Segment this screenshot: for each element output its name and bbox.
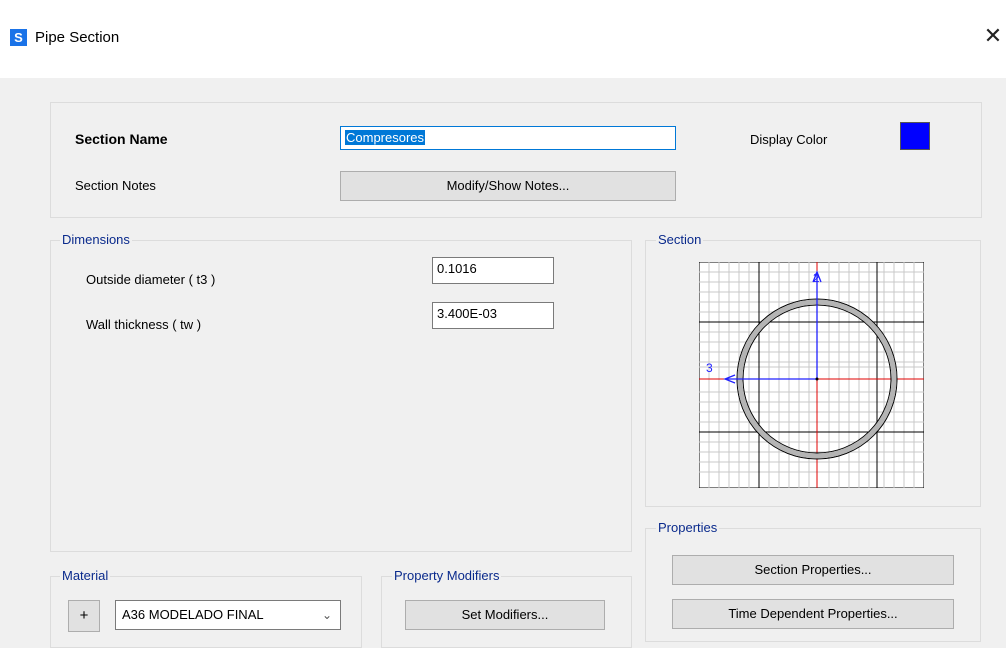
title-bar: S Pipe Section ✕ xyxy=(0,0,1006,78)
material-legend: Material xyxy=(60,568,111,583)
properties-legend: Properties xyxy=(656,520,720,535)
section-name-label: Section Name xyxy=(75,131,168,147)
set-modifiers-button[interactable]: Set Modifiers... xyxy=(405,600,605,630)
wall-thickness-input[interactable]: 3.400E-03 xyxy=(432,302,554,329)
time-dependent-properties-button[interactable]: Time Dependent Properties... xyxy=(672,599,954,629)
display-color-swatch[interactable] xyxy=(900,122,930,150)
axis-2-label: 2 xyxy=(813,271,820,285)
wall-thickness-label: Wall thickness ( tw ) xyxy=(86,317,202,332)
property-modifiers-legend: Property Modifiers xyxy=(392,568,502,583)
chevron-down-icon: ⌄ xyxy=(321,608,332,622)
pipe-section-drawing: 2 3 xyxy=(699,262,924,488)
window-title: Pipe Section xyxy=(35,29,120,46)
app-icon: S xyxy=(10,29,27,46)
close-icon[interactable]: ✕ xyxy=(980,22,1006,50)
section-notes-label: Section Notes xyxy=(75,178,156,193)
section-name-value: Compresores xyxy=(345,130,426,145)
section-name-input[interactable]: Compresores xyxy=(340,126,676,150)
outside-diameter-label: Outside diameter ( t3 ) xyxy=(86,272,216,287)
section-properties-button[interactable]: Section Properties... xyxy=(672,555,954,585)
section-preview-legend: Section xyxy=(656,232,704,247)
display-color-label: Display Color xyxy=(750,132,828,147)
pipe-section-dialog: S Pipe Section ✕ Section Name Compresore… xyxy=(0,0,1006,648)
add-material-button[interactable]: + xyxy=(68,600,100,632)
outside-diameter-input[interactable]: 0.1016 xyxy=(432,257,554,284)
dimensions-legend: Dimensions xyxy=(60,232,132,247)
modify-show-notes-button[interactable]: Modify/Show Notes... xyxy=(340,171,676,201)
material-selected-value: A36 MODELADO FINAL xyxy=(122,607,264,622)
material-select[interactable]: A36 MODELADO FINAL ⌄ xyxy=(115,600,341,630)
axis-3-label: 3 xyxy=(706,361,713,375)
